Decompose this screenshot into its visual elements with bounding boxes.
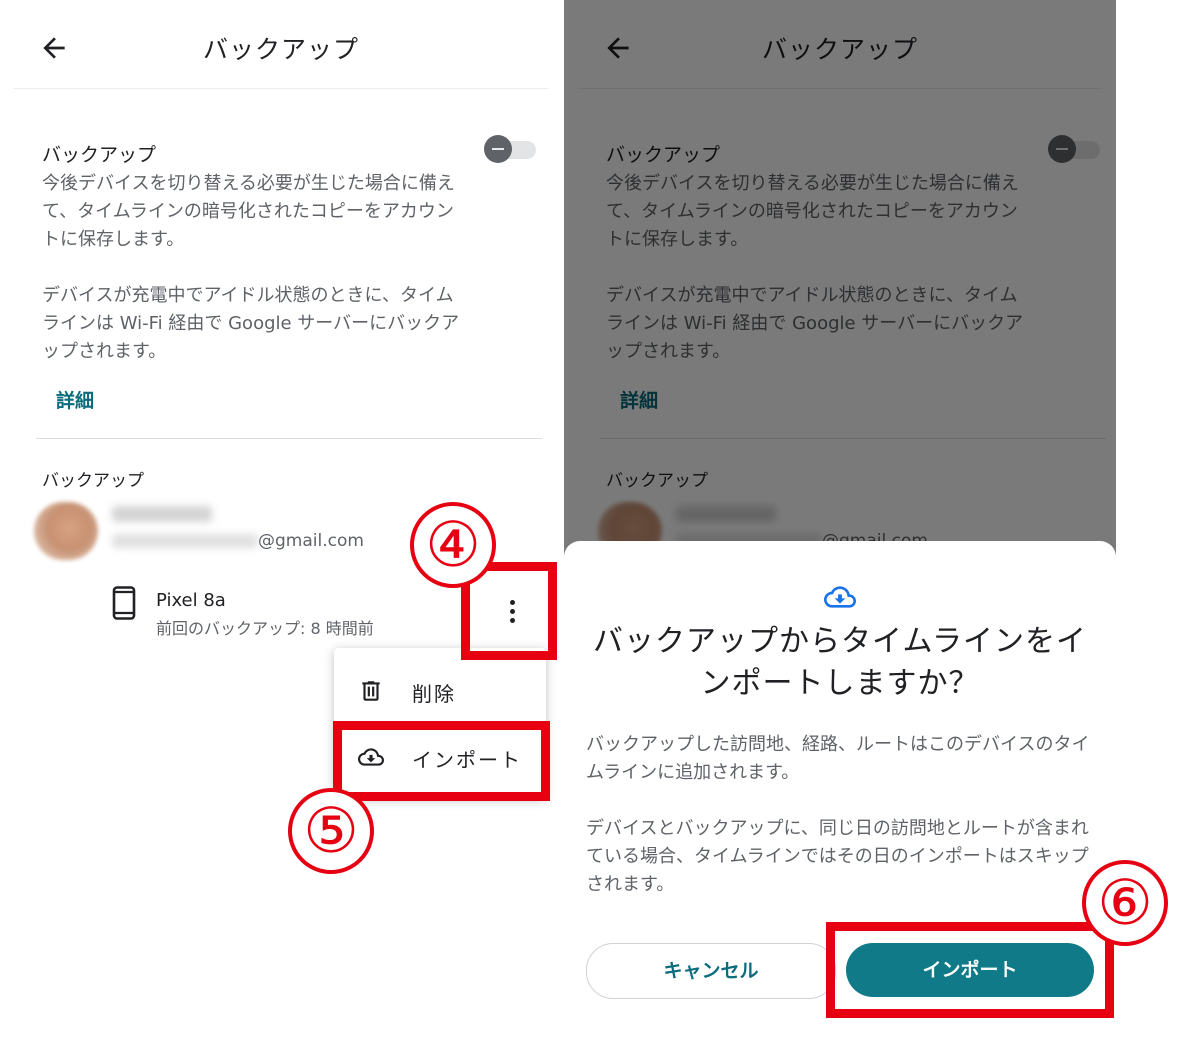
cancel-button[interactable]: キャンセル bbox=[586, 943, 836, 999]
account-email-domain: @gmail.com bbox=[258, 531, 364, 551]
page-title: バックアップ bbox=[202, 35, 359, 64]
menu-item-label: 削除 bbox=[412, 682, 456, 706]
dialog-body-2: デバイスとバックアップに、同じ日の訪問地とルートが含まれている場合、タイムライン… bbox=[586, 818, 1089, 895]
smartphone-icon bbox=[112, 586, 136, 620]
device-last-backup: 前回のバックアップ: 8 時間前 bbox=[156, 619, 374, 638]
dialog-title: バックアップからタイムラインをインポートしますか？ bbox=[593, 624, 1087, 701]
section-divider bbox=[36, 438, 542, 439]
dialog-body-1: バックアップした訪問地、経路、ルートはこのデバイスのタイムラインに追加されます。 bbox=[586, 734, 1090, 783]
backup-description: 今後デバイスを切り替える必要が生じた場合に備えて、タイムラインの暗号化されたコピ… bbox=[42, 173, 455, 250]
backup-note: デバイスが充電中でアイドル状態のときに、タイムラインは Wi-Fi 経由で Go… bbox=[42, 285, 460, 362]
toggle-knob bbox=[484, 135, 512, 163]
menu-item-delete[interactable]: 削除 bbox=[334, 658, 546, 724]
annotation-box-import-button bbox=[826, 922, 1114, 1018]
annotation-box-import-menu bbox=[333, 721, 550, 801]
device-name: Pixel 8a bbox=[156, 590, 226, 611]
step-4-label: ④ bbox=[410, 502, 496, 588]
details-link[interactable]: 詳細 bbox=[56, 386, 94, 413]
step-5-label: ⑤ bbox=[288, 788, 374, 874]
avatar bbox=[34, 502, 98, 560]
backup-section-title: バックアップ bbox=[42, 144, 157, 166]
step-6-label: ⑥ bbox=[1082, 860, 1168, 946]
cloud-download-icon bbox=[824, 586, 856, 608]
trash-icon bbox=[362, 681, 380, 701]
header-divider bbox=[14, 88, 548, 89]
backup-toggle[interactable] bbox=[484, 133, 538, 165]
blurred-account-email bbox=[112, 534, 258, 548]
blurred-account-name bbox=[112, 506, 212, 522]
backups-list-title: バックアップ bbox=[42, 471, 144, 491]
